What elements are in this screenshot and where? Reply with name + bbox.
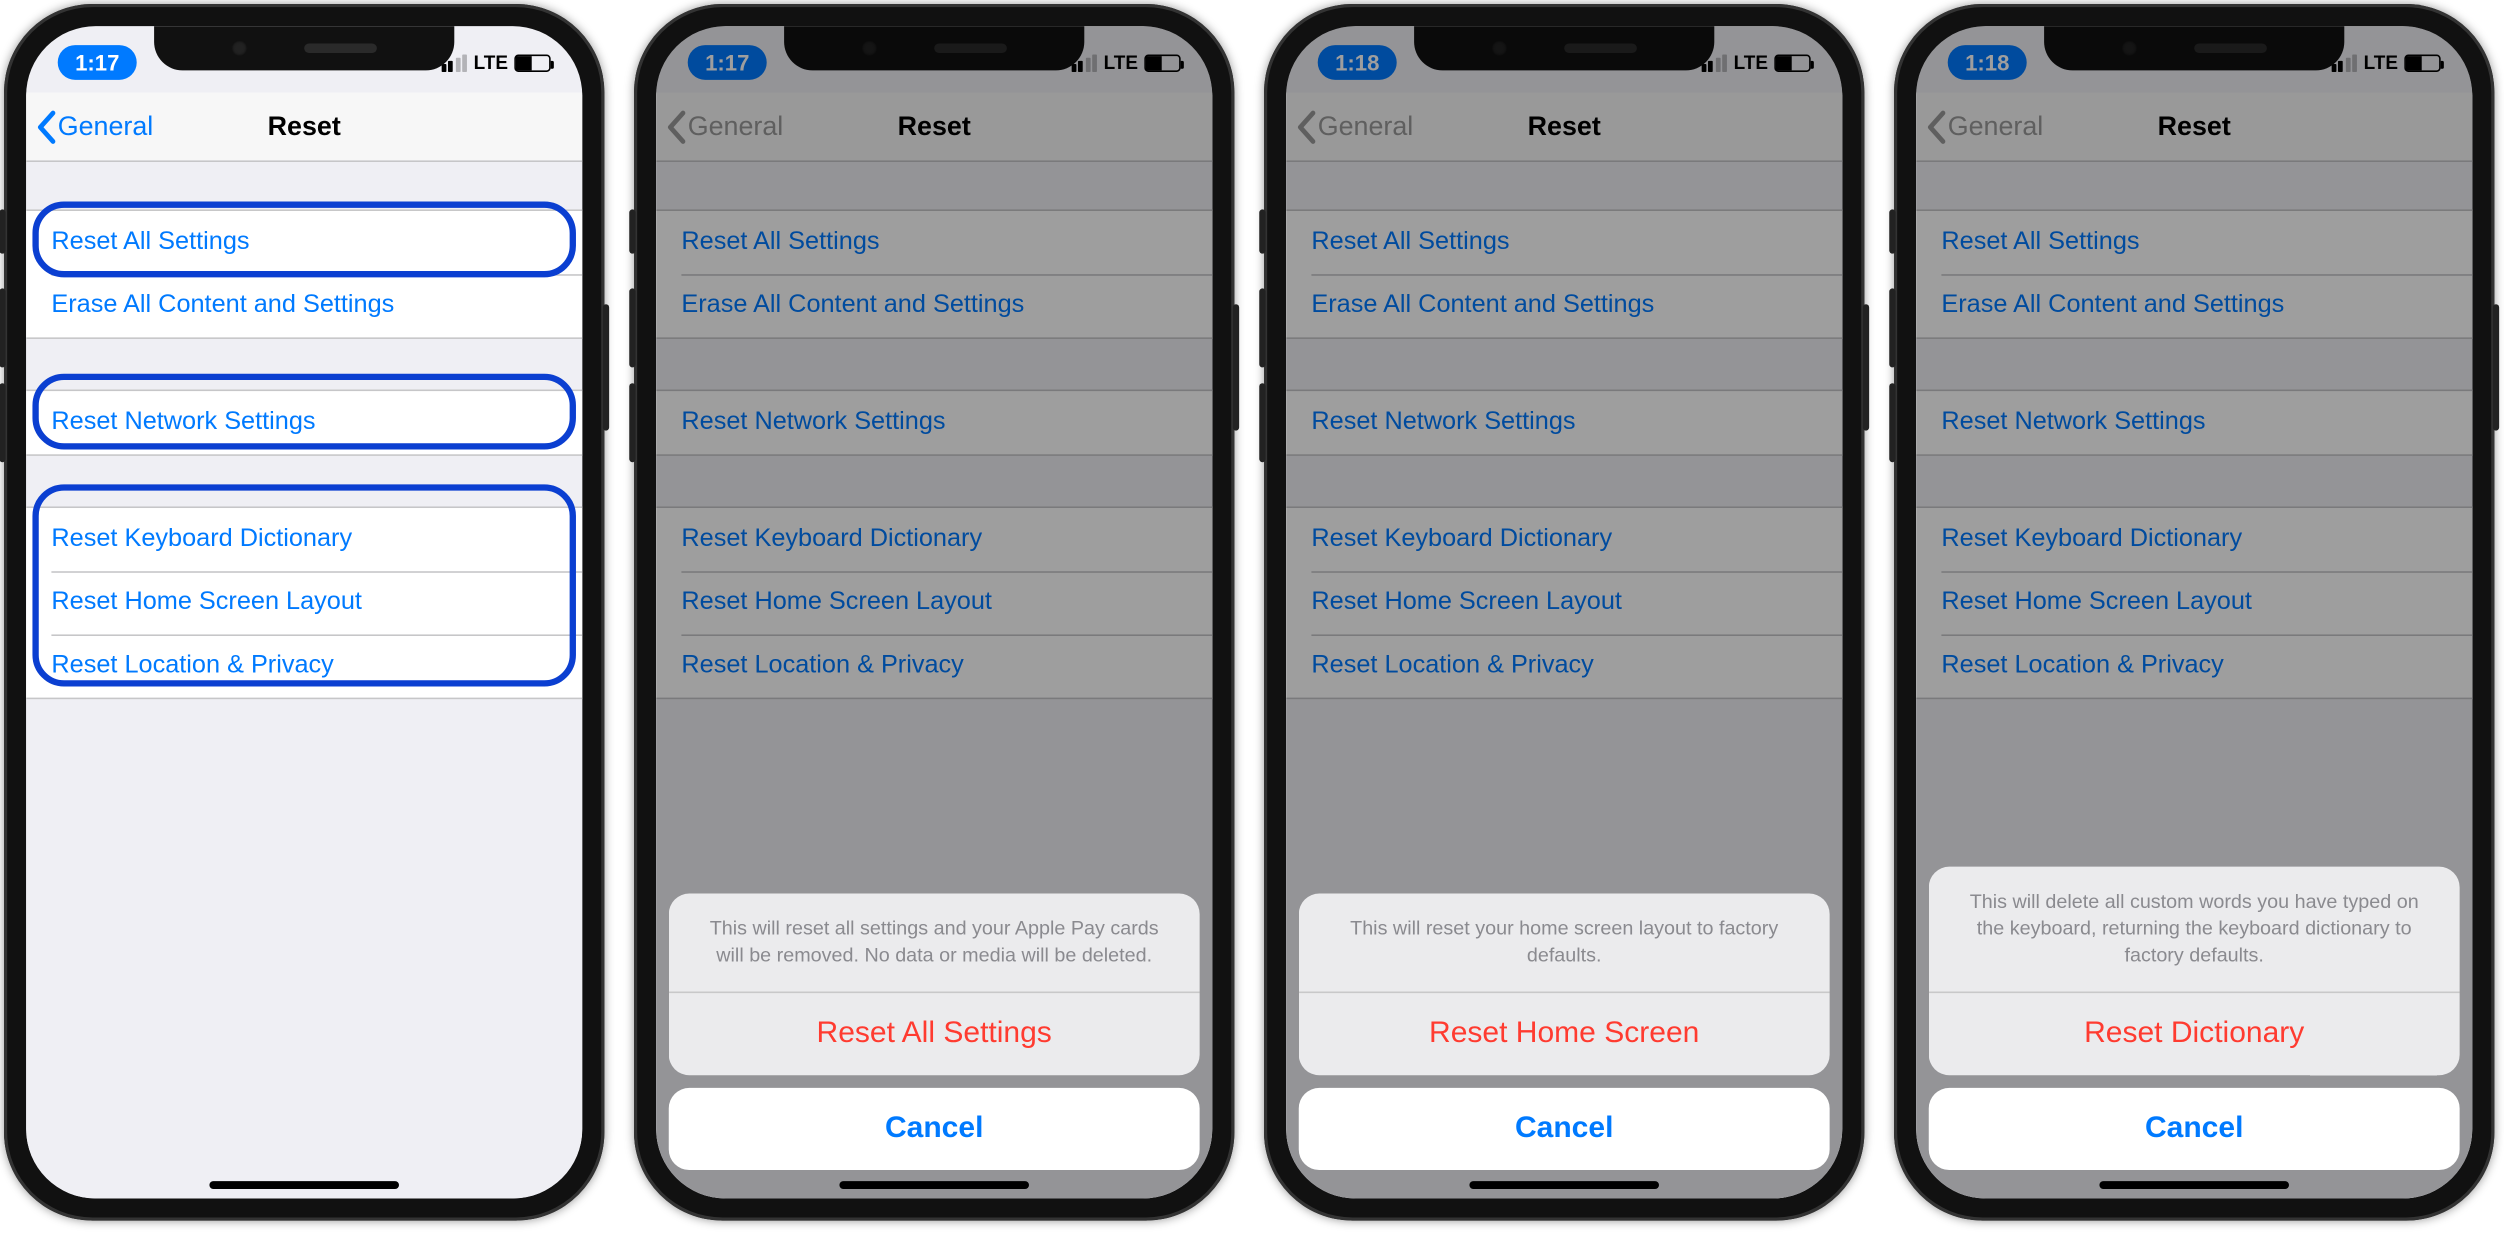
reset-network-row[interactable]: Reset Network Settings: [26, 391, 582, 454]
sheet-message: This will reset your home screen layout …: [1299, 894, 1830, 993]
reset-keyboard-row[interactable]: Reset Keyboard Dictionary: [26, 508, 582, 571]
home-indicator[interactable]: [1469, 1181, 1659, 1189]
reset-home-screen-row[interactable]: Reset Home Screen Layout: [26, 571, 582, 634]
back-label: General: [58, 111, 154, 143]
confirm-reset-button[interactable]: Reset Home Screen: [1299, 993, 1830, 1075]
back-button[interactable]: General: [36, 109, 154, 144]
chevron-left-icon: [36, 109, 58, 144]
home-indicator[interactable]: [209, 1181, 399, 1189]
erase-all-content-row[interactable]: Erase All Content and Settings: [26, 274, 582, 337]
home-indicator[interactable]: [839, 1181, 1029, 1189]
page-title: Reset: [268, 111, 341, 143]
status-time: 1:17: [58, 45, 137, 80]
carrier-label: LTE: [474, 51, 508, 73]
action-sheet: This will delete all custom words you ha…: [1929, 867, 2460, 1170]
action-sheet: This will reset your home screen layout …: [1299, 894, 1830, 1170]
sheet-message: This will delete all custom words you ha…: [1929, 867, 2460, 993]
nav-bar: General Reset: [26, 92, 582, 162]
cancel-button[interactable]: Cancel: [669, 1088, 1200, 1170]
battery-icon: [514, 54, 550, 71]
cancel-button[interactable]: Cancel: [1929, 1088, 2460, 1170]
action-sheet: This will reset all settings and your Ap…: [669, 894, 1200, 1170]
reset-all-settings-row[interactable]: Reset All Settings: [26, 211, 582, 274]
confirm-reset-button[interactable]: Reset Dictionary: [1929, 993, 2460, 1075]
reset-location-row[interactable]: Reset Location & Privacy: [26, 634, 582, 697]
confirm-reset-button[interactable]: Reset All Settings: [669, 993, 1200, 1075]
cancel-button[interactable]: Cancel: [1299, 1088, 1830, 1170]
home-indicator[interactable]: [2099, 1181, 2289, 1189]
sheet-message: This will reset all settings and your Ap…: [669, 894, 1200, 993]
